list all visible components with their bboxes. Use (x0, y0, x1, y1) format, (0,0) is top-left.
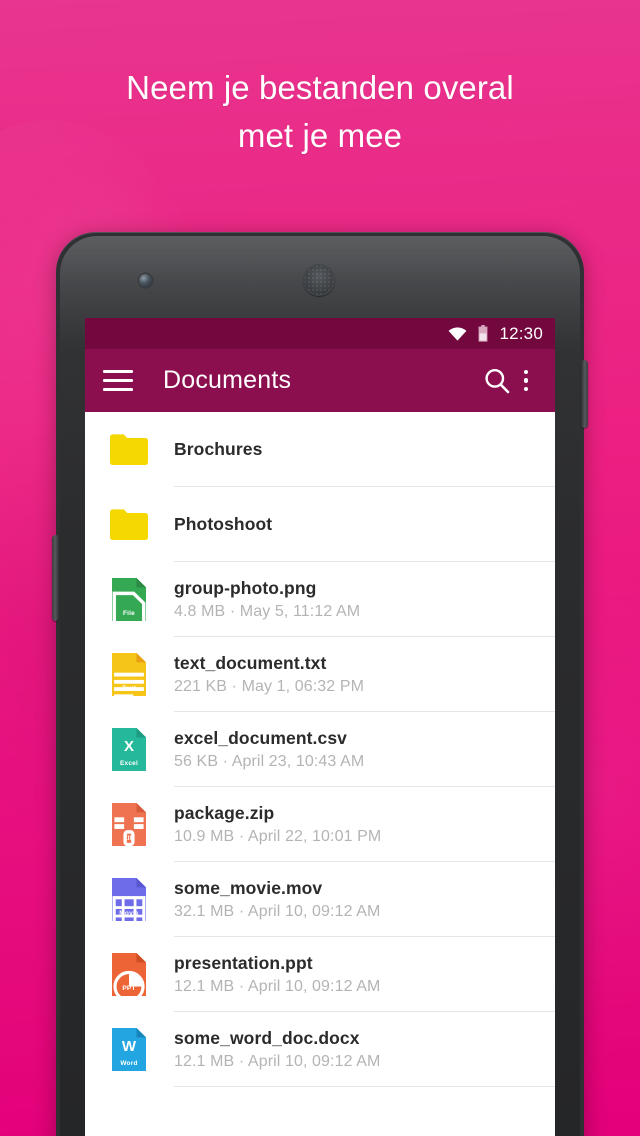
file-name: some_movie.mov (174, 877, 323, 898)
list-item[interactable]: Text text_document.txt 221 KB · May 1, 0… (85, 637, 555, 712)
file-meta: 32.1 MB · April 10, 09:12 AM (174, 902, 381, 920)
file-type-glyph: W (121, 1038, 137, 1055)
promo-screenshot: Neem je bestanden overal met je mee 12:3… (0, 0, 640, 1136)
list-item-body: presentation.ppt 12.1 MB · April 10, 09:… (174, 937, 555, 1012)
list-item-body: text_document.txt 221 KB · May 1, 06:32 … (174, 637, 555, 712)
list-item[interactable]: Brochures (85, 412, 555, 487)
overflow-dot (523, 378, 529, 383)
file-name: excel_document.csv (174, 727, 347, 748)
file-meta: 10.9 MB · April 22, 10:01 PM (174, 827, 382, 845)
file-meta: 12.1 MB · April 10, 09:12 AM (174, 977, 381, 995)
file-movie-icon: Movie (103, 878, 155, 927)
folder-icon (103, 433, 155, 466)
file-word-icon: W Word (103, 1028, 155, 1071)
app-bar: Documents (85, 349, 555, 412)
hamburger-line (103, 388, 133, 391)
file-name: package.zip (174, 802, 275, 823)
overflow-menu-icon[interactable] (513, 365, 539, 397)
hamburger-menu-icon[interactable] (103, 366, 133, 396)
list-item-body: Photoshoot (174, 487, 555, 562)
list-empty-space (85, 1087, 555, 1136)
wifi-icon (448, 327, 467, 341)
list-item-body: Brochures (174, 412, 555, 487)
file-name: Brochures (174, 439, 263, 459)
promo-headline-line1: Neem je bestanden overal (126, 69, 514, 106)
front-camera-icon (139, 274, 152, 287)
power-button[interactable] (581, 360, 588, 428)
file-name: some_word_doc.docx (174, 1027, 360, 1048)
search-icon[interactable] (481, 365, 513, 397)
phone-screen: 12:30 Documents Brochures Photoshoot Fil… (85, 318, 555, 1136)
file-type-badge: ZIP (123, 835, 135, 842)
list-item[interactable]: W Word some_word_doc.docx 12.1 MB · Apri… (85, 1012, 555, 1087)
hamburger-line (103, 379, 133, 382)
list-item-body: excel_document.csv 56 KB · April 23, 10:… (174, 712, 555, 787)
file-meta: 12.1 MB · April 10, 09:12 AM (174, 1052, 381, 1070)
file-ppt-icon: PPT (103, 953, 155, 1003)
file-name: group-photo.png (174, 577, 317, 598)
hamburger-line (103, 370, 133, 373)
list-item[interactable]: PPT presentation.ppt 12.1 MB · April 10,… (85, 937, 555, 1012)
list-item[interactable]: Movie some_movie.mov 32.1 MB · April 10,… (85, 862, 555, 937)
folder-icon (103, 508, 155, 541)
promo-headline-line2: met je mee (237, 117, 403, 154)
list-item[interactable]: X Excel excel_document.csv 56 KB · April… (85, 712, 555, 787)
list-item-body: group-photo.png 4.8 MB · May 5, 11:12 AM (174, 562, 555, 637)
list-item[interactable]: ZIP package.zip 10.9 MB · April 22, 10:0… (85, 787, 555, 862)
overflow-dot (523, 386, 529, 392)
file-meta: 221 KB · May 1, 06:32 PM (174, 677, 365, 695)
file-name: Photoshoot (174, 514, 273, 534)
file-png-icon: File (103, 578, 155, 632)
list-item-body: some_movie.mov 32.1 MB · April 10, 09:12… (174, 862, 555, 937)
file-text-icon: Text (103, 653, 155, 699)
file-name: presentation.ppt (174, 952, 313, 973)
list-item[interactable]: Photoshoot (85, 487, 555, 562)
battery-icon (478, 325, 488, 342)
status-bar: 12:30 (85, 318, 555, 349)
file-type-glyph: X (123, 738, 134, 755)
file-type-badge: Word (120, 1060, 138, 1067)
list-item-body: package.zip 10.9 MB · April 22, 10:01 PM (174, 787, 555, 862)
list-item[interactable]: File group-photo.png 4.8 MB · May 5, 11:… (85, 562, 555, 637)
promo-headline: Neem je bestanden overal met je mee (0, 64, 640, 160)
file-type-badge: Excel (120, 760, 138, 767)
overflow-dot (523, 369, 529, 375)
file-meta: 56 KB · April 23, 10:43 AM (174, 752, 365, 770)
list-item-body: some_word_doc.docx 12.1 MB · April 10, 0… (174, 1012, 555, 1087)
file-type-badge: File (123, 610, 135, 617)
file-list[interactable]: Brochures Photoshoot File group-photo.pn… (85, 412, 555, 1136)
file-type-badge: Movie (119, 910, 139, 917)
status-bar-clock: 12:30 (499, 323, 543, 343)
file-type-badge: PPT (122, 985, 136, 992)
file-excel-icon: X Excel (103, 728, 155, 771)
file-type-badge: Text (122, 685, 136, 692)
file-name: text_document.txt (174, 652, 327, 673)
file-zip-icon: ZIP (103, 803, 155, 856)
file-meta: 4.8 MB · May 5, 11:12 AM (174, 602, 361, 620)
earpiece-speaker-icon (303, 264, 335, 296)
volume-rocker-button[interactable] (52, 535, 59, 621)
page-title: Documents (163, 366, 292, 394)
